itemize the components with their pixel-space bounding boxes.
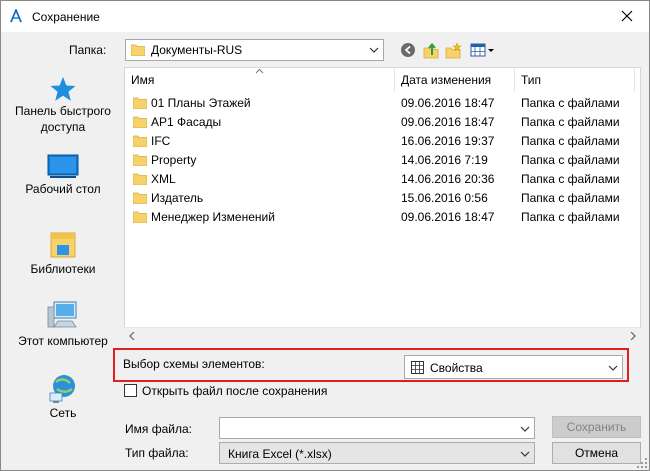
new-folder-icon — [445, 41, 462, 58]
file-type: Папка с файлами — [521, 153, 620, 167]
computer-icon — [47, 301, 77, 328]
column-header-size[interactable]: Р — [635, 68, 640, 92]
folder-icon — [133, 154, 147, 166]
place-this-pc[interactable]: Этот компьютер — [9, 299, 117, 349]
file-date: 09.06.2016 18:47 — [401, 115, 495, 129]
network-icon — [49, 375, 75, 403]
folder-label: Папка: — [69, 43, 107, 57]
file-list[interactable]: Имя Дата изменения Тип Р 01 Планы Этажей… — [124, 67, 641, 343]
file-name: Издатель — [151, 190, 204, 205]
scheme-value: Свойства — [430, 361, 483, 375]
scheme-select[interactable]: Свойства — [404, 355, 623, 379]
places-bar: Панель быстрого доступа Рабочий стол Биб… — [9, 67, 117, 429]
folder-icon — [133, 135, 147, 147]
place-libraries[interactable]: Библиотеки — [9, 227, 117, 277]
file-type: Папка с файлами — [521, 96, 620, 110]
file-date: 14.06.2016 20:36 — [401, 172, 495, 186]
desktop-icon — [47, 154, 79, 178]
file-name: Менеджер Изменений — [151, 209, 275, 224]
star-icon — [50, 77, 76, 101]
folder-icon — [133, 116, 147, 128]
title-bar[interactable]: Сохранение — [1, 1, 649, 32]
folder-icon — [131, 44, 145, 56]
file-date: 14.06.2016 7:19 — [401, 153, 488, 167]
new-folder-button[interactable] — [444, 41, 462, 59]
file-row[interactable]: Издатель 15.06.2016 0:56 Папка с файлами — [125, 188, 640, 207]
chevron-down-icon — [520, 451, 530, 457]
chevron-down-icon[interactable] — [520, 425, 530, 433]
place-label: Сеть — [49, 406, 77, 420]
file-name: XML — [151, 171, 176, 186]
scroll-right-icon[interactable] — [630, 332, 636, 340]
open-after-save-checkbox[interactable] — [124, 384, 137, 397]
window-title: Сохранение — [32, 10, 100, 24]
folder-icon — [133, 173, 147, 185]
chevron-down-icon — [608, 365, 618, 371]
up-folder-icon — [423, 42, 438, 58]
place-label: Рабочий стол — [25, 182, 101, 196]
file-name: Property — [151, 152, 197, 167]
file-row[interactable]: IFC 16.06.2016 19:37 Папка с файлами — [125, 131, 640, 150]
file-name: АР1 Фасады — [151, 114, 222, 129]
resize-grip-icon[interactable] — [637, 458, 647, 468]
filetype-select[interactable]: Книга Excel (*.xlsx) — [219, 442, 535, 464]
folder-value: Документы-RUS — [151, 43, 243, 57]
file-row[interactable]: 01 Планы Этажей 09.06.2016 18:47 Папка с… — [125, 93, 640, 112]
up-folder-button[interactable] — [422, 41, 440, 59]
app-logo-icon — [10, 9, 22, 23]
folder-icon — [133, 97, 147, 109]
file-row[interactable]: АР1 Фасады 09.06.2016 18:47 Папка с файл… — [125, 112, 640, 131]
chevron-down-icon — [369, 47, 379, 53]
horizontal-scrollbar[interactable] — [124, 327, 641, 343]
place-desktop[interactable]: Рабочий стол — [9, 153, 117, 197]
scroll-left-icon[interactable] — [129, 332, 135, 340]
table-grid-icon — [411, 361, 424, 374]
file-date: 16.06.2016 19:37 — [401, 134, 495, 148]
column-header-type[interactable]: Тип — [515, 68, 635, 92]
close-icon — [621, 10, 633, 22]
place-label: Библиотеки — [30, 262, 96, 276]
file-row[interactable]: XML 14.06.2016 20:36 Папка с файлами — [125, 169, 640, 188]
file-date: 15.06.2016 0:56 — [401, 191, 488, 205]
save-button[interactable]: Сохранить — [552, 416, 641, 438]
file-row[interactable]: Менеджер Изменений 09.06.2016 18:47 Папк… — [125, 207, 640, 226]
place-label: Этот компьютер — [18, 334, 108, 348]
folder-icon — [133, 211, 147, 223]
file-date: 09.06.2016 18:47 — [401, 210, 495, 224]
filename-input[interactable] — [219, 417, 535, 439]
scheme-label: Выбор схемы элементов: — [123, 357, 265, 371]
file-type: Папка с файлами — [521, 191, 620, 205]
libraries-icon — [50, 232, 76, 258]
filetype-value: Книга Excel (*.xlsx) — [228, 447, 332, 461]
file-row[interactable]: Property 14.06.2016 7:19 Папка с файлами — [125, 150, 640, 169]
folder-select[interactable]: Документы-RUS — [125, 39, 384, 61]
view-menu-button[interactable] — [469, 41, 495, 59]
file-date: 09.06.2016 18:47 — [401, 96, 495, 110]
file-type: Папка с файлами — [521, 172, 620, 186]
close-button[interactable] — [605, 1, 649, 31]
column-header-date[interactable]: Дата изменения — [395, 68, 515, 92]
save-dialog: Сохранение Папка: Документы-RUS Панель б… — [0, 0, 650, 471]
view-grid-icon — [470, 43, 494, 57]
filetype-label: Тип файла: — [125, 446, 189, 460]
file-name: IFC — [151, 133, 171, 148]
file-type: Папка с файлами — [521, 134, 620, 148]
place-label: Панель быстрого доступа — [15, 104, 111, 134]
file-type: Папка с файлами — [521, 210, 620, 224]
place-quick-access[interactable]: Панель быстрого доступа — [9, 75, 117, 135]
place-network[interactable]: Сеть — [9, 373, 117, 421]
cancel-button[interactable]: Отмена — [552, 442, 641, 464]
filename-label: Имя файла: — [125, 422, 192, 436]
folder-icon — [133, 192, 147, 204]
file-type: Папка с файлами — [521, 115, 620, 129]
back-arrow-icon — [401, 43, 415, 57]
open-after-save-label[interactable]: Открыть файл после сохранения — [142, 384, 327, 398]
file-name: 01 Планы Этажей — [151, 95, 251, 110]
back-button[interactable] — [399, 41, 417, 59]
column-header-name[interactable]: Имя — [125, 68, 395, 92]
